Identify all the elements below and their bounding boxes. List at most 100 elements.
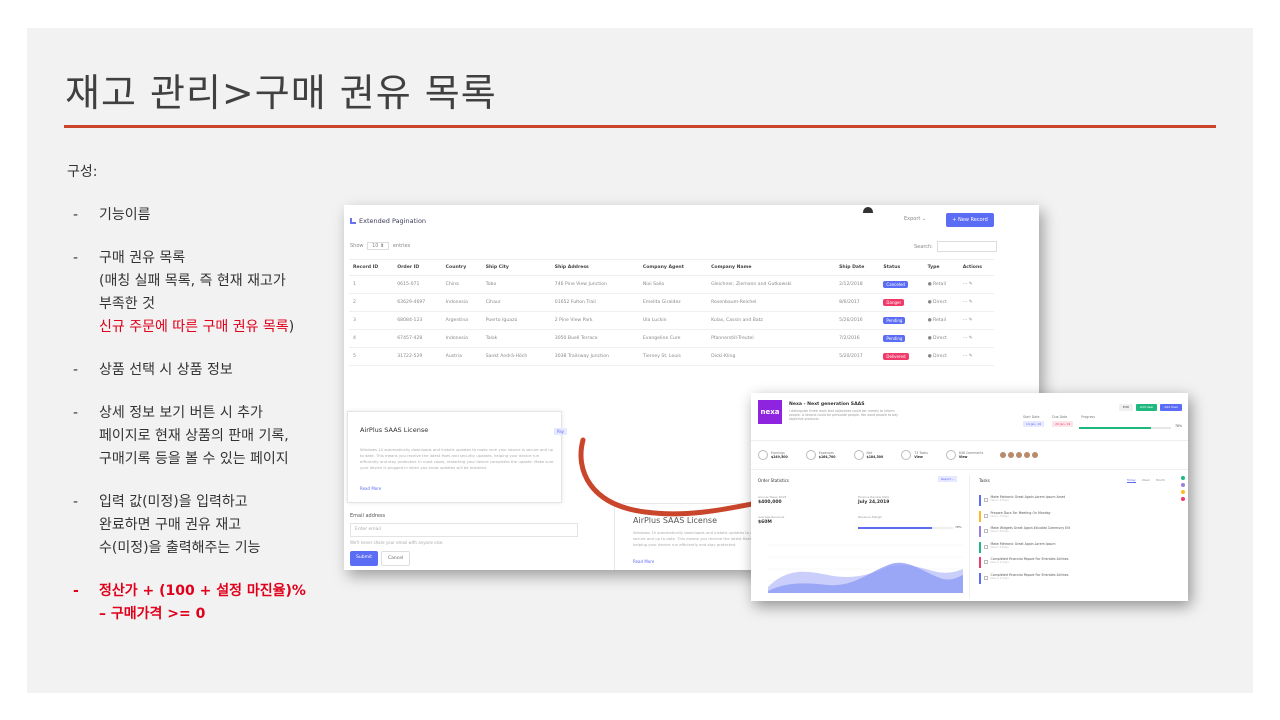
new-record-button[interactable]: + New Record [946, 213, 994, 227]
task-item[interactable]: Completed Financial Report For Emirates … [979, 572, 1179, 589]
task-item[interactable]: Make Widgets Great Again.Estudiat Commun… [979, 526, 1179, 542]
task-checkbox[interactable] [983, 498, 988, 502]
column-header[interactable]: Ship Date [835, 259, 880, 276]
avatar [1016, 452, 1023, 458]
card-pill[interactable]: Pay [554, 428, 568, 435]
task-color-bar [979, 557, 981, 568]
stat-value: $184,500 [866, 455, 884, 459]
side-dot-red[interactable] [1181, 497, 1185, 501]
task-checkbox[interactable] [983, 529, 988, 533]
stat-icon [805, 450, 816, 460]
avatar [1032, 452, 1039, 458]
cell-company: Dicki-Kling [707, 347, 836, 366]
column-header[interactable]: Ship City [481, 259, 551, 276]
average-revenue: Average Revenue $60M [758, 515, 785, 525]
bullet-dash: - [73, 250, 79, 266]
cell-order: 68084-123 [393, 311, 442, 330]
card2-read-more-link[interactable]: Read More [633, 559, 654, 564]
column-header[interactable]: Actions [958, 259, 994, 276]
table-row[interactable]: 4 67457-428 Indonesia Talok 3050 Buell Terra… [349, 329, 994, 348]
avatar-icon [863, 207, 873, 213]
cell-actions[interactable]: ⋯ ✎ [958, 329, 994, 348]
task-item[interactable]: Prepare Docs For Meeting On Monday Due in… [979, 510, 1179, 527]
cell-actions[interactable]: ⋯ ✎ [958, 311, 994, 330]
cell-id: 5 [349, 347, 394, 366]
stat-icon [901, 450, 912, 460]
cell-order: 0615-071 [393, 275, 442, 294]
side-dot-green[interactable] [1181, 476, 1185, 480]
task-checkbox[interactable] [983, 544, 988, 549]
side-dot-yellow[interactable] [1181, 490, 1185, 494]
column-header[interactable]: Company Agent [638, 259, 708, 276]
side-dot-purple[interactable] [1181, 483, 1185, 487]
cell-type: ● Direct [923, 329, 959, 348]
stat-text: Expenses $164,700 [819, 451, 836, 459]
cell-actions[interactable]: ⋯ ✎ [958, 275, 994, 294]
task-item[interactable]: Make Metronic Great Again.Lorem Ipsum Due… [979, 541, 1179, 558]
task-title: Make Metronic Great Again.Lorem Ipsum [990, 541, 1056, 546]
revenue-margin-value: 78% [955, 525, 962, 529]
submit-button[interactable]: Submit [350, 551, 378, 566]
task-item[interactable]: Make Metronic Great Again.Lorem Ipsum Am… [979, 495, 1179, 511]
tasks-tabs: Today Week Month [1127, 478, 1165, 483]
column-header[interactable]: Company Name [707, 259, 836, 276]
slide-title: 재고 관리>구매 권유 목록 [65, 71, 497, 115]
column-header[interactable]: Country [441, 259, 482, 276]
stat-item: Net $184,500 [853, 450, 884, 460]
table-row[interactable]: 5 31722-529 Austria Sankt Andrä-Höch 3038 Tr… [349, 347, 994, 366]
cell-order: 63629-4697 [393, 293, 442, 312]
tab-today[interactable]: Today [1127, 478, 1136, 483]
show-entries: Show 10 ⬍ entries [350, 242, 410, 250]
task-checkbox[interactable] [983, 513, 988, 518]
search-input[interactable] [937, 241, 998, 252]
project-action-button[interactable]: Add User [1135, 404, 1158, 411]
project-action-button[interactable]: Add User [1160, 404, 1183, 411]
task-due: Due in 2 Days [990, 545, 1009, 549]
project-action-button[interactable]: Edit [1119, 404, 1133, 411]
cell-date: 7/2/2016 [835, 329, 880, 348]
search-label: Search: [914, 244, 933, 250]
tab-month[interactable]: Month [1156, 478, 1165, 483]
cell-type: ● Retail [923, 275, 959, 294]
cancel-button[interactable]: Cancel [380, 551, 411, 566]
column-header[interactable]: Type [923, 259, 959, 276]
task-checkbox[interactable] [983, 560, 988, 564]
cell-actions[interactable]: ⋯ ✎ [958, 347, 994, 366]
column-header[interactable]: Status [879, 259, 924, 276]
cell-agent: Nixi Sailo [638, 275, 708, 294]
cell-agent: Ula Luckin [638, 311, 708, 330]
export-dropdown[interactable]: Export ⌄ [904, 216, 926, 222]
column-header[interactable]: Order ID [393, 259, 442, 276]
cell-status: Pending [879, 311, 924, 330]
table-row[interactable]: 1 0615-071 China Tobo 746 Pine View Junction… [349, 275, 994, 294]
cell-date: 5/20/2017 [835, 347, 880, 366]
stat-value: View [958, 455, 968, 459]
table-row[interactable]: 2 63629-4697 Indonesia Cihaur 01652 Fulton T… [349, 293, 994, 312]
progress-label: Progress [1081, 415, 1095, 419]
cell-agent: Tierney St. Louis [638, 347, 708, 366]
cell-type: ● Retail [923, 311, 959, 330]
card-body: Windows 10 automatically downloads and i… [360, 447, 554, 470]
license-card: AirPlus SAAS License Pay Windows 10 auto… [347, 411, 568, 503]
stat-value: $249,500 [771, 455, 788, 459]
card2-title: AirPlus SAAS License [633, 516, 717, 525]
card-read-more-link[interactable]: Read More [360, 486, 381, 491]
task-item[interactable]: Completed Financial Report For Emirates … [979, 557, 1179, 573]
tab-week[interactable]: Week [1142, 478, 1150, 483]
cell-actions[interactable]: ⋯ ✎ [958, 293, 994, 312]
email-input[interactable]: Enter email [350, 523, 578, 537]
table-header-title: Extended Pagination [350, 217, 426, 225]
stat-item: 648 Comments View [945, 450, 983, 460]
task-checkbox[interactable] [983, 575, 988, 580]
team-avatars[interactable] [1000, 452, 1039, 458]
chart-icon [350, 218, 356, 224]
table-row[interactable]: 3 68084-123 Argentina Puerto Iguazú 2 Pine V… [349, 311, 994, 330]
red-tail: ) [288, 319, 295, 335]
cell-address: 746 Pine View Junction [550, 275, 639, 294]
column-header[interactable]: Record ID [349, 259, 394, 276]
report-dropdown[interactable]: Report ⌄ [938, 476, 958, 482]
order-statistics-panel: Order Statistics Report ⌄ Annual Taxes 2… [758, 475, 970, 599]
entries-select[interactable]: 10 ⬍ [367, 242, 390, 250]
column-header[interactable]: Ship Address [550, 259, 639, 276]
cell-city: Talok [481, 329, 551, 348]
